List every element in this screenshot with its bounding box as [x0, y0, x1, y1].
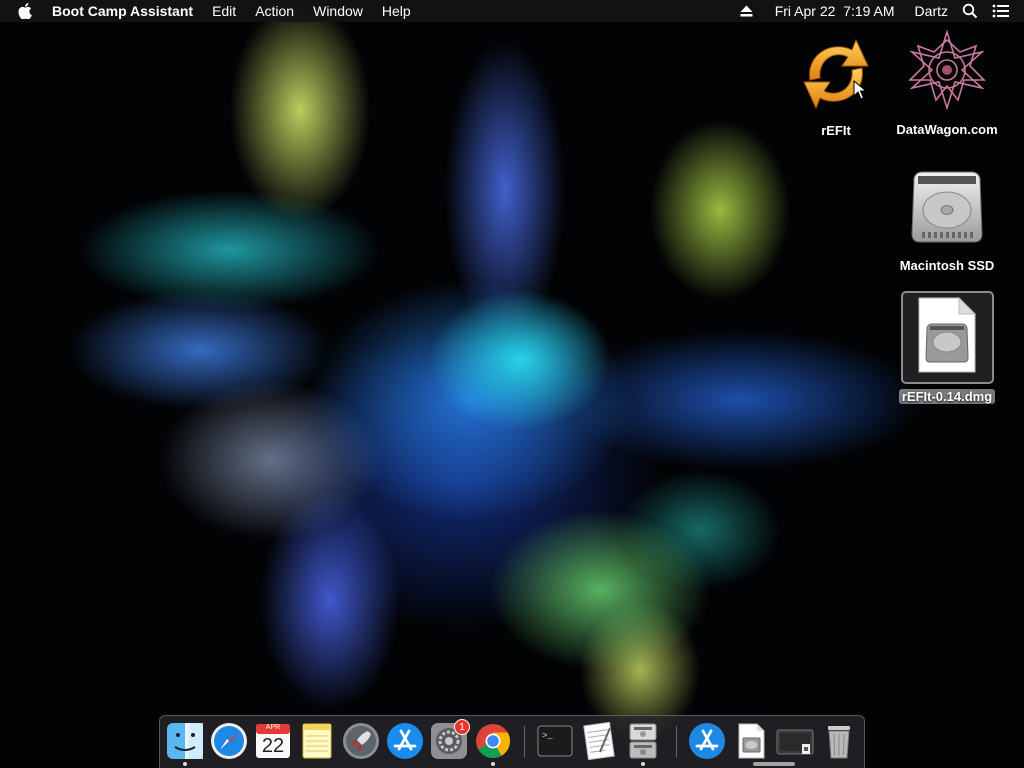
dock-textedit[interactable]: [580, 721, 618, 761]
dock: APR 22 >_: [159, 715, 865, 768]
calendar-month: APR: [265, 724, 281, 731]
menu-user[interactable]: Dartz: [915, 3, 948, 19]
dock-trash[interactable]: [820, 722, 858, 760]
disk-image-icon: [917, 296, 977, 379]
dock-dmg-document[interactable]: [732, 722, 770, 760]
notification-center-icon[interactable]: [992, 4, 1010, 18]
desktop-icon-label: DataWagon.com: [896, 122, 998, 137]
app-store-icon: [386, 723, 424, 764]
desktop-icon-label: Macintosh SSD: [899, 258, 995, 273]
dock-boot-camp-assistant[interactable]: [624, 722, 662, 760]
menu-bar-status-area: Fri Apr 22 7:19 AM Dartz: [740, 0, 1024, 22]
menu-clock[interactable]: Fri Apr 22 7:19 AM: [775, 3, 895, 19]
safari-icon: [210, 723, 248, 764]
running-indicator: [183, 762, 187, 766]
dock-finder[interactable]: [166, 722, 204, 760]
dock-calendar[interactable]: APR 22: [254, 722, 292, 760]
menu-bar: Boot Camp Assistant Edit Action Window H…: [0, 0, 1024, 22]
datawagon-star-icon: [904, 28, 990, 117]
menu-action[interactable]: Action: [255, 3, 294, 19]
dock-launchpad[interactable]: [342, 722, 380, 760]
desktop-icon-macintosh-ssd[interactable]: Macintosh SSD: [892, 168, 1002, 273]
launchpad-icon: [342, 723, 380, 764]
trash-icon: [820, 726, 858, 764]
dock-chrome[interactable]: [474, 722, 512, 760]
running-indicator: [491, 762, 495, 766]
desktop-icon-label: rEFIt: [821, 123, 851, 138]
refit-arrows-icon: [796, 32, 876, 121]
dock-indicator-bar: [753, 762, 795, 766]
mouse-cursor-icon: [853, 80, 867, 100]
menu-help[interactable]: Help: [382, 3, 411, 19]
notes-icon: [298, 723, 336, 764]
running-indicator: [641, 762, 645, 766]
dock-separator: [524, 726, 525, 758]
eject-icon[interactable]: [740, 5, 753, 17]
terminal-icon: >_: [536, 725, 574, 764]
textedit-icon: [580, 721, 618, 764]
apple-icon[interactable]: [18, 3, 32, 19]
menu-edit[interactable]: Edit: [212, 3, 236, 19]
desktop-icon-refit-dmg[interactable]: rEFIt-0.14.dmg: [892, 291, 1002, 404]
system-preferences-icon: [430, 723, 468, 764]
dock-applications-folder[interactable]: [688, 722, 726, 760]
applications-folder-icon: [688, 723, 726, 764]
menu-app-name[interactable]: Boot Camp Assistant: [52, 3, 193, 19]
calendar-icon: APR 22: [254, 722, 292, 760]
desktop-icon-datawagon[interactable]: DataWagon.com: [892, 28, 1002, 137]
dock-screen[interactable]: [776, 722, 814, 760]
dock-notes[interactable]: [298, 722, 336, 760]
svg-text:>_: >_: [542, 731, 553, 741]
dock-safari[interactable]: [210, 722, 248, 760]
dock-separator: [676, 726, 677, 758]
desktop-icon-label: rEFIt-0.14.dmg: [898, 389, 996, 404]
spotlight-search-icon[interactable]: [962, 3, 978, 19]
menu-window[interactable]: Window: [313, 3, 363, 19]
selection-frame: [900, 291, 994, 384]
dock-terminal[interactable]: >_: [536, 722, 574, 760]
notification-badge: 1: [454, 719, 470, 735]
calendar-day: 22: [261, 735, 285, 757]
dock-app-store[interactable]: [386, 722, 424, 760]
hard-drive-icon: [908, 168, 986, 253]
